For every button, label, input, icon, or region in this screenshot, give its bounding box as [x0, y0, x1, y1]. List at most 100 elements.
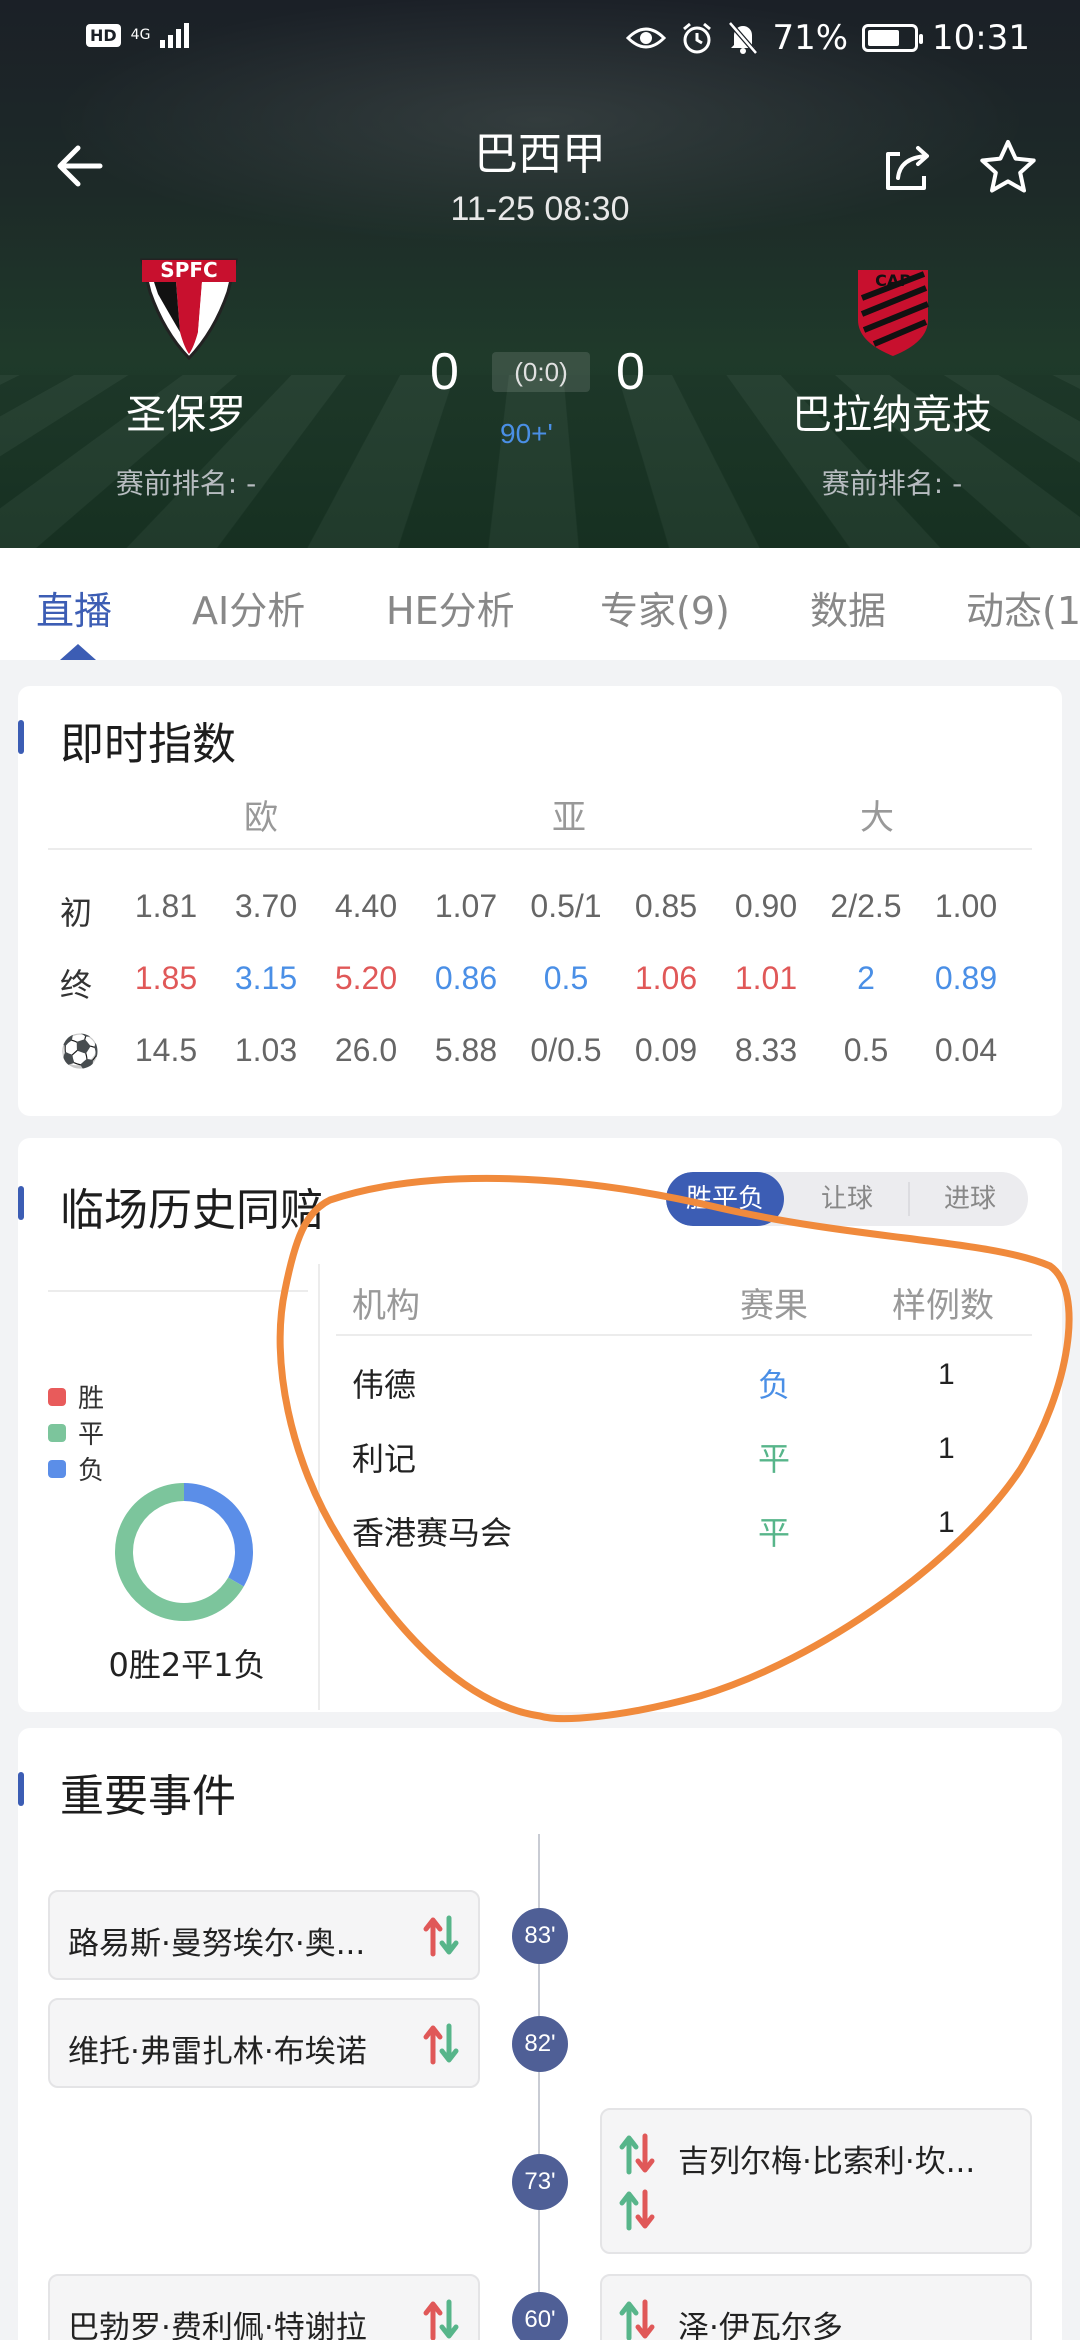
favorite-star-icon[interactable] — [976, 136, 1040, 200]
odds-cell: 0.09 — [634, 1032, 698, 1068]
key-events-card: 重要事件 路易斯·曼努埃尔·奥... 83' 维托·弗雷扎林·布埃诺 82' 吉… — [18, 1728, 1062, 2340]
network-type: 4G — [130, 27, 151, 43]
odds-row-label-final: 终 — [60, 966, 93, 1004]
tab-experts[interactable]: 专家(9) — [600, 580, 730, 635]
odds-cell: 2/2.5 — [830, 888, 902, 924]
away-team-name[interactable]: 巴拉纳竞技 — [712, 382, 1072, 440]
odds-cell: 8.33 — [734, 1032, 798, 1068]
legend-swatch-lose — [48, 1459, 66, 1478]
result-summary: 0胜2平1负 — [108, 1646, 266, 1684]
odds-cell: 3.15 — [234, 960, 298, 996]
history-column-divider — [318, 1264, 320, 1710]
legend-item-win: 胜 — [48, 1378, 104, 1415]
event-player: 吉列尔梅·比索利·坎... — [678, 2144, 976, 2180]
odds-cell: 26.0 — [334, 1032, 398, 1068]
odds-cell: 5.88 — [434, 1032, 498, 1068]
active-tab-indicator — [60, 644, 96, 660]
event-minute-badge: 82' — [512, 2016, 568, 2072]
history-segmented-control: 胜平负 让球 进球 — [666, 1172, 1028, 1226]
away-team-logo: CAP — [858, 270, 930, 356]
odds-cell: 0.85 — [634, 888, 698, 924]
odds-cell: 1.07 — [434, 888, 498, 924]
substitution-icon — [619, 2299, 655, 2340]
table-row-org: 香港赛马会 — [352, 1514, 513, 1552]
live-odds-card: 即时指数 欧 亚 大 初 1.81 3.70 4.40 1.07 0.5/1 0… — [18, 686, 1062, 1116]
event-player: 路易斯·曼努埃尔·奥... — [68, 1926, 366, 1962]
odds-cell: 0.04 — [934, 1032, 998, 1068]
legend-label: 平 — [78, 1420, 105, 1450]
table-row-result: 平 — [758, 1514, 791, 1552]
table-row-result: 平 — [758, 1440, 791, 1478]
odds-cell: 0.5 — [843, 1032, 889, 1068]
table-header-divider — [336, 1334, 1032, 1336]
segment-goals[interactable]: 进球 — [912, 1172, 1028, 1226]
substitution-icon — [423, 2299, 459, 2340]
home-rank: 赛前排名: - — [115, 467, 257, 500]
event-player: 巴勃罗·费利佩·特谢拉 — [68, 2310, 367, 2340]
legend-label: 胜 — [78, 1384, 105, 1414]
odds-cell: 1.06 — [634, 960, 698, 996]
odds-cell: 0.86 — [434, 960, 498, 996]
event-minute-badge: 83' — [512, 1908, 568, 1964]
home-score: 0 — [430, 343, 459, 401]
event-item[interactable]: 路易斯·曼努埃尔·奥... — [48, 1890, 480, 1980]
tab-ai-analysis[interactable]: AI分析 — [192, 580, 305, 635]
odds-group-euro: 欧 — [244, 798, 278, 838]
away-logo-text: CAP — [875, 271, 911, 290]
status-right: 71% 10:31 — [626, 18, 1030, 58]
away-score: 0 — [616, 343, 645, 401]
column-header-result: 赛果 — [740, 1286, 808, 1326]
table-row-count: 1 — [938, 1506, 955, 1539]
events-title: 重要事件 — [60, 1771, 236, 1822]
hd-badge: HD — [86, 23, 121, 47]
event-item[interactable]: 泽·伊瓦尔多 — [600, 2274, 1032, 2340]
odds-group-asian: 亚 — [552, 798, 586, 838]
eye-icon — [626, 27, 667, 49]
substitution-icon — [619, 2189, 655, 2231]
tab-bar: 直播 AI分析 HE分析 专家(9) 数据 动态(1 — [0, 548, 1080, 660]
odds-cell: 1.01 — [734, 960, 798, 996]
status-bar: HD 4G 71% 10:31 — [0, 0, 1080, 80]
odds-cell: 3.70 — [234, 888, 298, 924]
table-row-org: 利记 — [352, 1440, 417, 1478]
segment-divider — [908, 1182, 910, 1216]
tab-news[interactable]: 动态(1 — [966, 580, 1080, 635]
home-team-name[interactable]: 圣保罗 — [6, 382, 366, 440]
column-header-count: 样例数 — [892, 1286, 994, 1326]
tab-he-analysis[interactable]: HE分析 — [386, 580, 515, 635]
substitution-icon — [423, 1915, 459, 1957]
odds-cell: 0/0.5 — [530, 1032, 602, 1068]
share-icon[interactable] — [878, 138, 938, 198]
signal-icon — [160, 22, 190, 48]
battery-fill — [868, 30, 900, 46]
odds-cell: 14.5 — [134, 1032, 198, 1068]
tab-live[interactable]: 直播 — [36, 580, 112, 635]
mute-bell-icon — [728, 21, 759, 55]
segment-win-draw-lose[interactable]: 胜平负 — [666, 1172, 784, 1226]
table-row-result: 负 — [758, 1366, 791, 1404]
legend-item-draw: 平 — [48, 1414, 104, 1451]
event-minute-badge: 73' — [512, 2154, 568, 2210]
table-row-org: 伟德 — [352, 1366, 417, 1404]
legend-swatch-draw — [48, 1423, 66, 1442]
odds-cell: 1.00 — [934, 888, 998, 924]
event-item[interactable]: 巴勃罗·费利佩·特谢拉 — [48, 2274, 480, 2340]
table-row-count: 1 — [938, 1358, 955, 1391]
clock: 10:31 — [932, 18, 1030, 58]
battery-icon — [862, 24, 924, 52]
segment-handicap[interactable]: 让球 — [790, 1172, 904, 1226]
home-team-logo: SPFC — [140, 258, 238, 361]
legend-label: 负 — [78, 1456, 105, 1486]
odds-row-label-live: ⚽ — [60, 1032, 100, 1070]
tab-data[interactable]: 数据 — [810, 580, 886, 635]
odds-cell: 2 — [857, 960, 875, 996]
alarm-icon — [683, 22, 712, 54]
odds-cell: 1.81 — [134, 888, 198, 924]
section-marker — [18, 1186, 24, 1220]
legend-item-lose: 负 — [48, 1450, 104, 1487]
odds-cell: 0.5 — [543, 960, 589, 996]
legend-divider — [48, 1290, 308, 1292]
event-item[interactable]: 吉列尔梅·比索利·坎... — [600, 2108, 1032, 2254]
odds-cell: 5.20 — [334, 960, 398, 996]
event-item[interactable]: 维托·弗雷扎林·布埃诺 — [48, 1998, 480, 2088]
